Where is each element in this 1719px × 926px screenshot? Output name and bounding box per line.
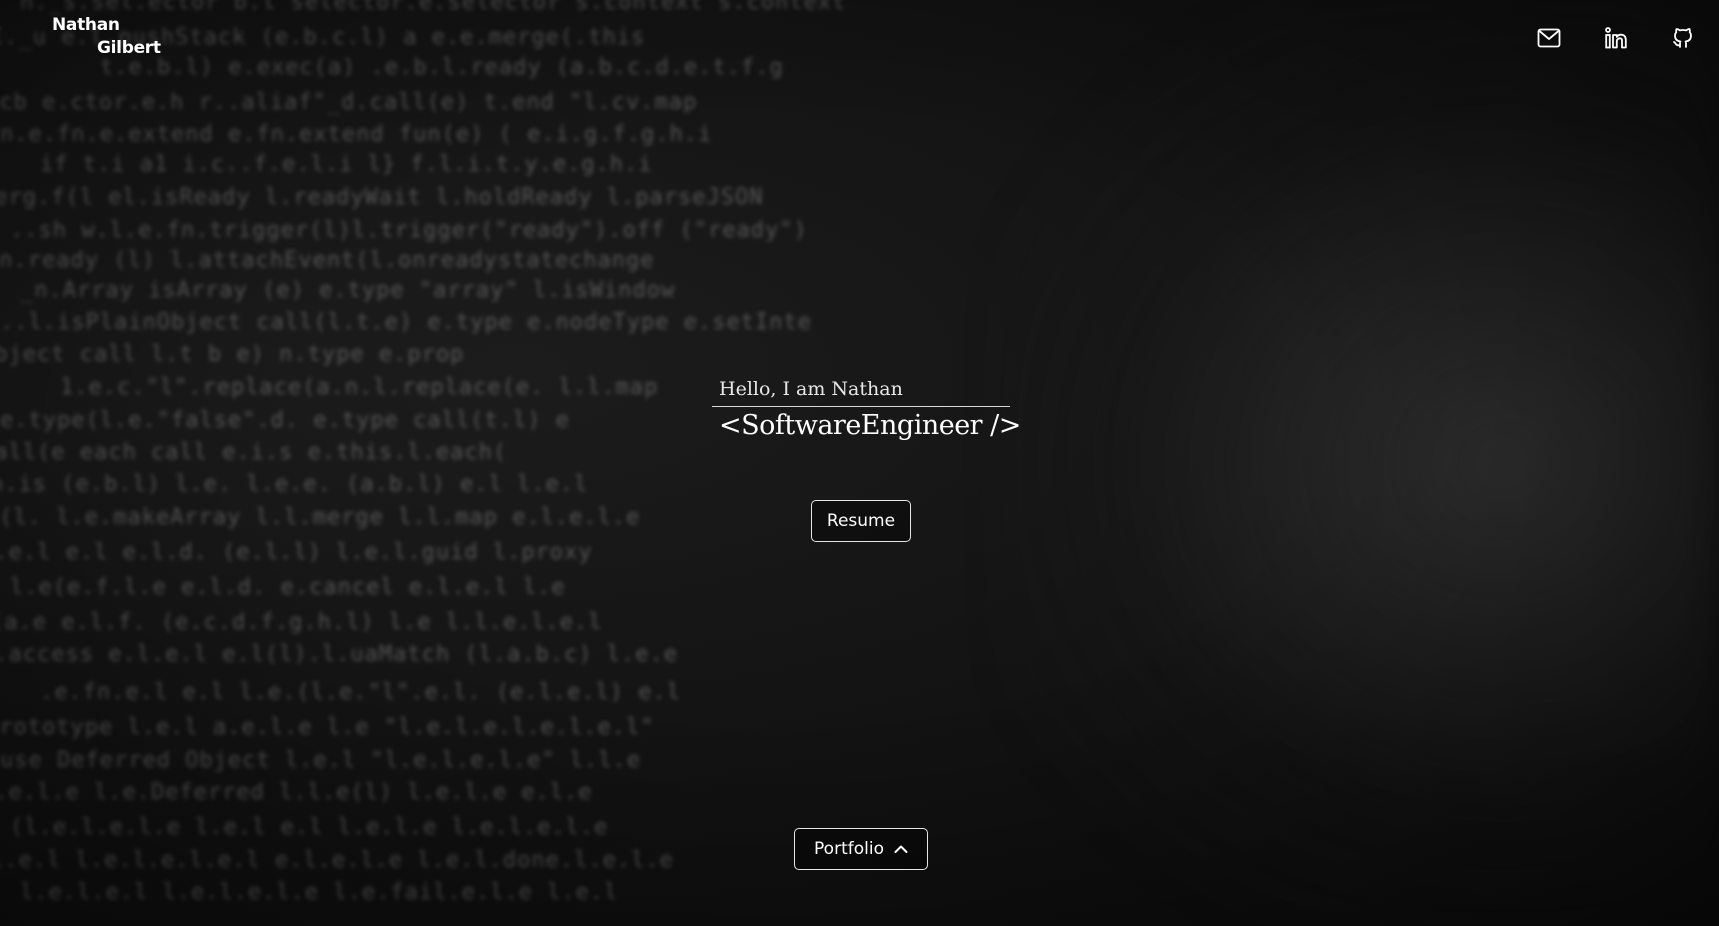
hero-role-title: <SoftwareEngineer /> bbox=[719, 410, 1021, 441]
hero-intro: Hello, I am Nathan <SoftwareEngineer /> bbox=[712, 378, 1021, 441]
hero-greeting: Hello, I am Nathan bbox=[712, 378, 1010, 407]
landing-page: n._s.sel.ector b.l selector.e.selector s… bbox=[0, 0, 1719, 926]
brand-logo[interactable]: Nathan Gilbert bbox=[52, 14, 161, 60]
background-vignette bbox=[0, 0, 1719, 926]
brand-last-name: Gilbert bbox=[97, 38, 161, 58]
brand-first-name: Nathan bbox=[52, 15, 120, 35]
portfolio-button-label: Portfolio bbox=[814, 839, 884, 859]
github-icon bbox=[1673, 28, 1692, 48]
linkedin-link[interactable] bbox=[1600, 22, 1632, 54]
social-links bbox=[1533, 22, 1699, 54]
mail-icon bbox=[1537, 28, 1561, 48]
resume-button[interactable]: Resume bbox=[811, 500, 911, 542]
resume-button-label: Resume bbox=[826, 511, 896, 531]
github-link[interactable] bbox=[1667, 22, 1699, 54]
chevron-up-icon bbox=[894, 845, 908, 853]
mail-link[interactable] bbox=[1533, 22, 1565, 54]
portfolio-button[interactable]: Portfolio bbox=[794, 828, 928, 870]
linkedin-icon bbox=[1605, 27, 1627, 49]
